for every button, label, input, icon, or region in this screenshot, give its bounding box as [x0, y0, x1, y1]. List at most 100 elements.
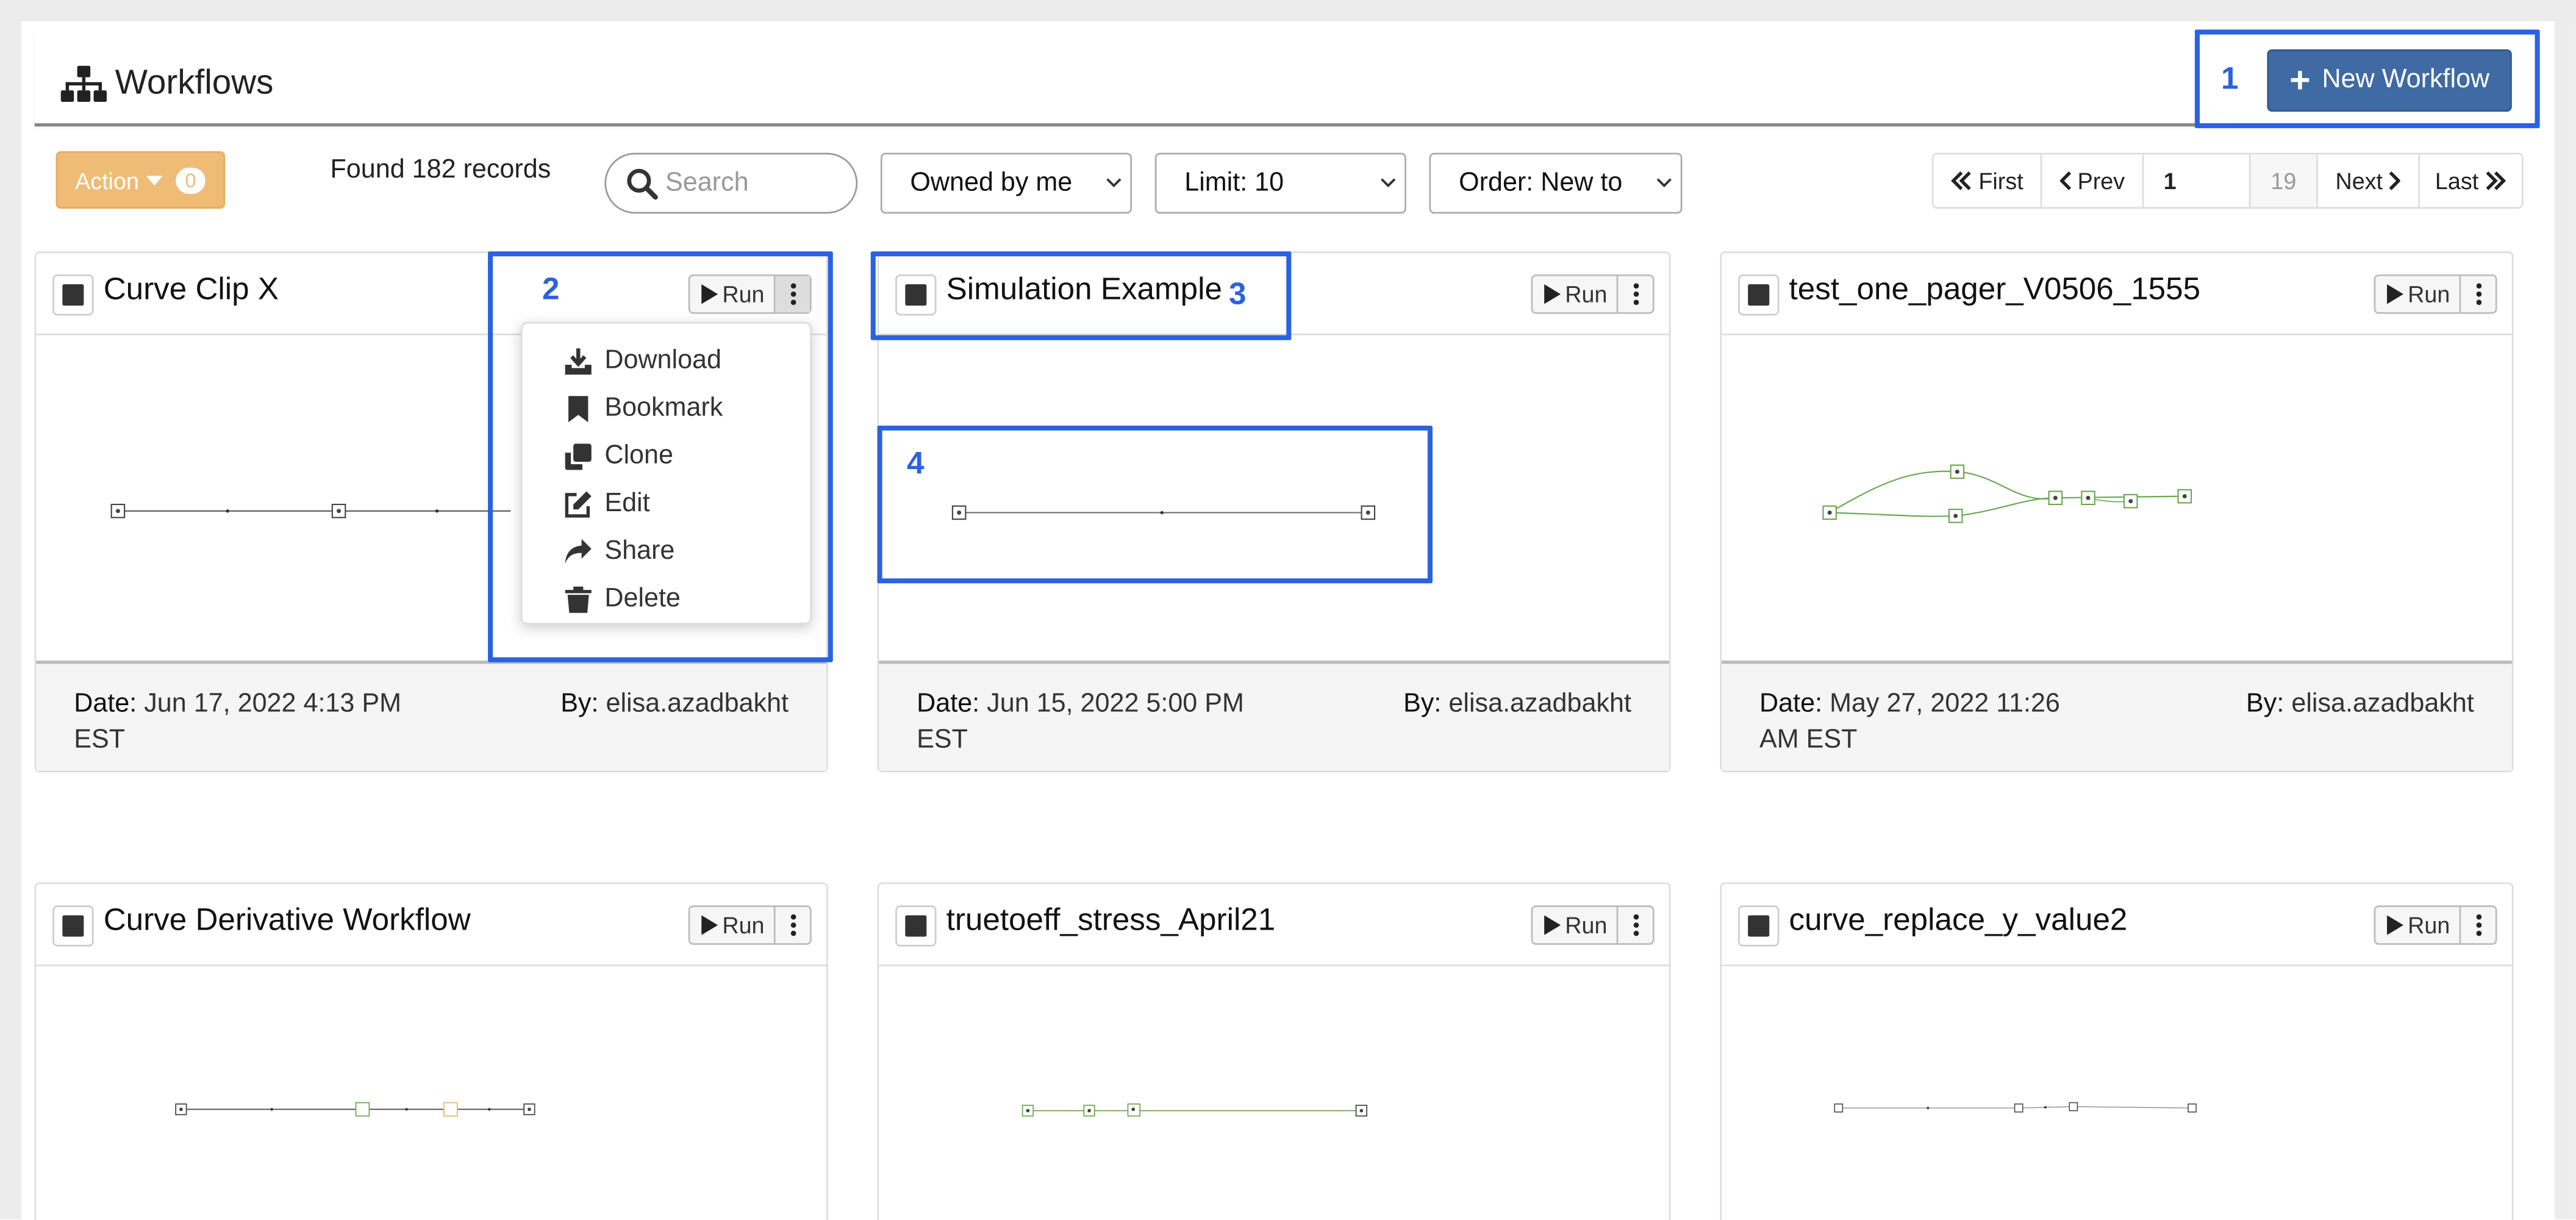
caret-down-icon: [145, 174, 162, 185]
card-title[interactable]: truetoeff_stress_April21: [946, 904, 1276, 940]
pagination: First Prev 1 19 Next Last: [1931, 152, 2524, 209]
search-icon: [627, 168, 658, 199]
search-input[interactable]: Search: [604, 152, 858, 214]
more-options-button[interactable]: [2461, 276, 2496, 312]
card-footer: Date: May 27, 2022 11:26 AM EST By: elis…: [1722, 660, 2512, 771]
play-icon: [1544, 915, 1561, 935]
pager-next-button[interactable]: Next: [2318, 154, 2420, 207]
limit-select[interactable]: Limit: 10: [1154, 152, 1406, 214]
run-button[interactable]: Run: [1533, 276, 1619, 312]
run-button[interactable]: Run: [2375, 276, 2461, 312]
more-options-button[interactable]: [1618, 907, 1653, 943]
run-button[interactable]: Run: [1533, 906, 1619, 944]
author-value: elisa.azadbakht: [1448, 690, 1631, 719]
card-date: Date: Jun 17, 2022 4:13 PM EST: [74, 687, 419, 759]
by-label: By:: [560, 690, 599, 719]
more-options-button[interactable]: [2461, 907, 2496, 943]
annotation-box-2: [488, 251, 833, 662]
workflow-preview: [1822, 464, 2192, 523]
chevron-down-icon: [1106, 178, 1122, 188]
workflows-page: Workflows + New Workflow 1 Action 0 Foun…: [0, 0, 2576, 1220]
select-checkbox[interactable]: [1738, 905, 1780, 947]
by-label: By:: [1403, 690, 1442, 719]
play-icon: [701, 915, 718, 935]
card-header: curve_replace_y_value2 Run: [1722, 884, 2512, 966]
chevron-down-icon: [1381, 178, 1396, 188]
card-header: truetoeff_stress_April21 Run: [879, 884, 1669, 966]
annotation-box-1: [2194, 29, 2540, 129]
author-value: elisa.azadbakht: [2291, 690, 2474, 719]
annotation-number-2: 2: [542, 273, 560, 307]
annotation-number-4: 4: [906, 447, 925, 482]
page-number-input[interactable]: 1: [2144, 154, 2251, 207]
card-header: test_one_pager_V0506_1555 Run: [1722, 253, 2512, 336]
select-checkbox[interactable]: [1738, 274, 1780, 316]
select-checkbox[interactable]: [52, 274, 94, 316]
pager-first-button[interactable]: First: [1934, 154, 2042, 207]
card-author: By: elisa.azadbakht: [560, 687, 789, 723]
action-label: Action: [75, 167, 139, 193]
annotation-box-4: [877, 425, 1433, 584]
order-select[interactable]: Order: New to Old: [1429, 152, 1683, 214]
page-background-top: [0, 0, 2576, 22]
more-options-button[interactable]: [1618, 276, 1653, 312]
workflow-card: truetoeff_stress_April21 Run: [877, 882, 1671, 1220]
card-title[interactable]: test_one_pager_V0506_1555: [1789, 273, 2201, 309]
run-label: Run: [2408, 912, 2450, 939]
author-value: elisa.azadbakht: [606, 690, 789, 719]
card-date: Date: Jun 15, 2022 5:00 PM EST: [917, 687, 1262, 759]
more-options-button[interactable]: [775, 907, 810, 943]
run-button-group: Run: [2374, 905, 2497, 945]
run-label: Run: [722, 912, 765, 939]
select-checkbox[interactable]: [52, 905, 94, 947]
card-title[interactable]: Curve Clip X: [104, 273, 279, 309]
total-pages: 19: [2250, 154, 2318, 207]
annotation-box-3: [870, 251, 1292, 340]
select-checkbox[interactable]: [895, 905, 937, 947]
search-placeholder: Search: [665, 168, 749, 196]
date-label: Date:: [1759, 690, 1823, 719]
run-button-group: Run: [688, 905, 812, 945]
run-button[interactable]: Run: [690, 906, 776, 944]
card-author: By: elisa.azadbakht: [1403, 687, 1631, 723]
workflow-card: test_one_pager_V0506_1555 Run Date: May …: [1720, 251, 2514, 773]
workflow-preview: [175, 1102, 535, 1117]
double-chevron-left-icon: [1952, 171, 1972, 190]
owner-filter-value: Owned by me: [910, 168, 1073, 196]
run-label: Run: [2408, 281, 2450, 307]
pager-prev-button[interactable]: Prev: [2042, 154, 2144, 207]
card-title[interactable]: curve_replace_y_value2: [1789, 904, 2128, 940]
action-button[interactable]: Action 0: [55, 151, 226, 209]
vertical-ellipsis-icon: [1633, 283, 1638, 305]
pager-last-button[interactable]: Last: [2420, 154, 2522, 207]
card-footer: Date: Jun 17, 2022 4:13 PM EST By: elisa…: [36, 660, 826, 771]
page-background-left: [0, 0, 22, 1219]
records-count: Found 182 records: [330, 156, 551, 184]
order-value: Order: New to Old: [1459, 168, 1630, 196]
vertical-ellipsis-icon: [790, 914, 796, 936]
run-button-group: Run: [1531, 274, 1655, 314]
by-label: By:: [2246, 690, 2284, 719]
run-label: Run: [1565, 281, 1608, 307]
workflow-preview: [1834, 1102, 2197, 1113]
pager-last-label: Last: [2435, 167, 2479, 194]
workflow-preview: [1021, 1103, 1367, 1117]
chevron-right-icon: [2389, 171, 2401, 190]
chevron-left-icon: [2059, 171, 2070, 190]
double-chevron-right-icon: [2485, 171, 2506, 190]
card-header: Curve Derivative Workflow Run: [36, 884, 826, 966]
card-title[interactable]: Curve Derivative Workflow: [104, 904, 471, 940]
pager-prev-label: Prev: [2077, 167, 2125, 194]
play-icon: [2386, 284, 2403, 304]
run-label: Run: [1565, 912, 1608, 939]
vertical-ellipsis-icon: [2475, 914, 2481, 936]
owner-filter-select[interactable]: Owned by me: [880, 152, 1132, 214]
card-date: Date: May 27, 2022 11:26 AM EST: [1759, 687, 2105, 759]
date-label: Date:: [74, 690, 137, 719]
annotation-number-3: 3: [1228, 278, 1247, 312]
run-button[interactable]: Run: [2375, 906, 2461, 944]
workflow-card: Curve Derivative Workflow Run: [34, 882, 828, 1220]
annotation-number-1: 1: [2221, 62, 2239, 97]
workflow-card: curve_replace_y_value2 Run: [1720, 882, 2514, 1220]
pager-first-label: First: [1978, 167, 2023, 194]
